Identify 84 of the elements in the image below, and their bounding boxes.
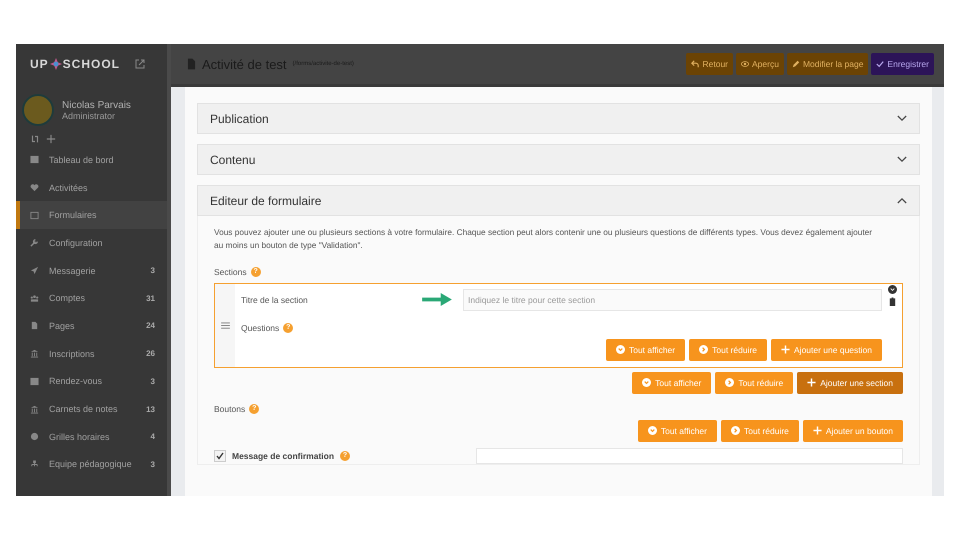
count-label: 31 (146, 294, 155, 303)
count-label: 26 (146, 349, 155, 358)
sidebar-item[interactable]: Activitées (16, 174, 167, 202)
chevron-down-circle-icon (648, 426, 657, 436)
star-icon (50, 58, 62, 70)
count-label: 3 (150, 266, 155, 276)
save-button[interactable]: Enregistrer (871, 53, 934, 75)
back-button[interactable]: Retour (686, 53, 733, 75)
questions-label: Questions (241, 322, 280, 333)
plus-icon (812, 426, 822, 436)
sidebar-item[interactable]: Rendez-vous 3 (16, 368, 167, 396)
sidebar-item[interactable]: Inscriptions 26 (16, 340, 167, 368)
checkbox[interactable] (214, 450, 226, 462)
sidebar-item[interactable]: Carnets de notes 13 (16, 395, 167, 423)
file-icon (30, 321, 39, 330)
chevron-right-circle-icon (731, 426, 740, 436)
sidebar-item[interactable]: Pages 24 (16, 312, 167, 340)
count-label: 3 (150, 460, 155, 469)
user-role: Administrator (62, 110, 116, 120)
wrench-icon (30, 238, 39, 248)
pencil-icon (792, 60, 800, 68)
arrow-icon (421, 293, 453, 306)
sidebar-item[interactable]: Grilles horaires 4 (16, 422, 167, 451)
eye-icon (741, 60, 749, 68)
chevron-circle-icon[interactable] (888, 284, 897, 294)
text-field[interactable] (476, 448, 903, 464)
chevron-down-icon (897, 156, 907, 163)
count-label: 24 (146, 321, 155, 330)
logo-text: SCHOOL (62, 57, 120, 71)
eye-button[interactable]: Aperçu (736, 53, 784, 75)
sidebar-item[interactable]: Tableau de bord (16, 146, 167, 174)
avatar (22, 94, 54, 126)
plus-icon (807, 378, 816, 388)
confirm-label: Message de confirmation (232, 450, 334, 461)
plane-icon (30, 266, 39, 276)
pencil-button[interactable]: Modifier la page (786, 53, 868, 75)
sidebar-item[interactable]: Configuration (16, 229, 167, 257)
intro-paragraph: Vous pouvez ajouter une ou plusieurs sections à votre formulaire. Chaque section peut alors contenir une ou plusieurs questions de différents types. Vous devez également ajouter au moins un bouton de type "Validation". (214, 226, 873, 252)
bank-icon (30, 404, 39, 414)
count-label: 3 (150, 376, 155, 386)
field-label: Titre de la section (241, 294, 309, 305)
section-label: Sections (214, 266, 247, 277)
add-button[interactable]: Ajouter une section (797, 372, 903, 394)
count-label: 4 (150, 432, 155, 442)
external-link-icon[interactable] (135, 59, 146, 69)
accordion-header[interactable]: Publication (197, 103, 920, 134)
plus-icon (781, 345, 790, 354)
reply-arrow-icon (691, 60, 700, 68)
bank-icon (30, 349, 39, 358)
accordion-header[interactable]: Contenu (197, 144, 920, 175)
check-icon (876, 60, 884, 68)
count-label: 13 (146, 404, 155, 414)
buttons-label: Boutons (214, 404, 246, 414)
sidebar-item[interactable]: Formulaires (16, 201, 167, 230)
chevron-right-circle-icon (725, 378, 734, 388)
section-title-field[interactable]: Indiquez le titre pour cette section (463, 288, 882, 311)
expand-button[interactable]: Tout afficher (638, 420, 717, 442)
chevron-right-circle-icon (699, 345, 708, 354)
tree-icon (30, 460, 39, 469)
sidebar-item[interactable]: Messagerie 3 (16, 256, 167, 284)
form-icon (30, 210, 39, 220)
sync-icon[interactable] (30, 134, 40, 144)
logo-text: UP (30, 57, 49, 71)
heart-icon (30, 183, 39, 192)
user-name: Nicolas Parvais (62, 100, 131, 110)
collapse-button[interactable]: Tout réduire (689, 338, 768, 361)
expand-button[interactable]: Tout afficher (606, 338, 686, 361)
plus-icon[interactable] (46, 134, 56, 144)
chevron-up-icon (897, 197, 907, 204)
chevron-down-circle-icon (642, 378, 652, 388)
drag-handle-icon[interactable] (220, 322, 230, 329)
collapse-button[interactable]: Tout réduire (721, 420, 799, 442)
collapse-button[interactable]: Tout réduire (715, 372, 794, 394)
users-icon (30, 294, 39, 303)
accordion-header[interactable]: Editeur de formulaire (197, 185, 920, 216)
chevron-down-icon (897, 115, 907, 122)
expand-button[interactable]: Tout afficher (632, 372, 712, 394)
sidebar-item[interactable]: Comptes 31 (16, 284, 167, 312)
sidebar-item[interactable]: Equipe pédagogique 3 (16, 450, 167, 478)
document-icon (187, 58, 196, 70)
add-button[interactable]: Ajouter une question (771, 338, 882, 361)
chevron-down-circle-icon (616, 345, 625, 354)
add-button[interactable]: Ajouter un bouton (802, 420, 903, 442)
trash-icon[interactable] (888, 296, 897, 306)
